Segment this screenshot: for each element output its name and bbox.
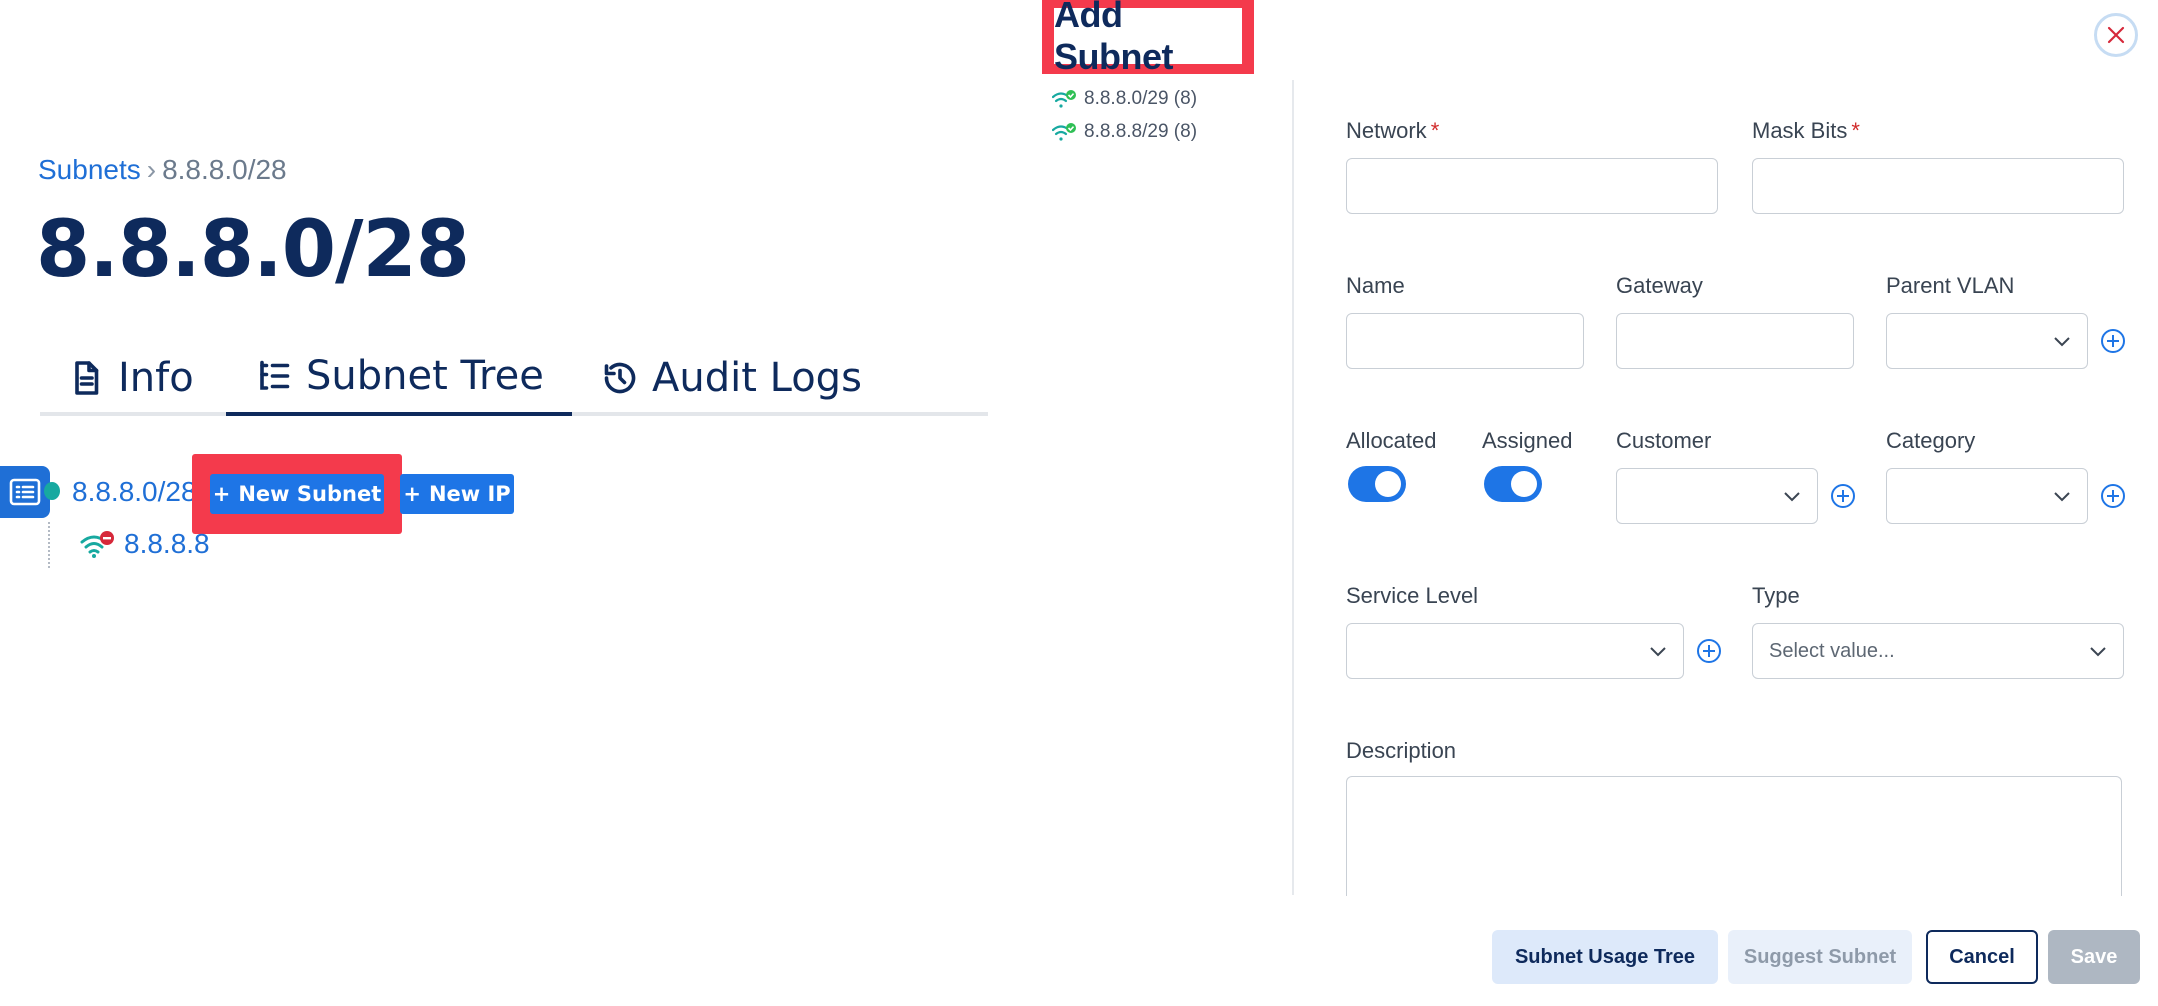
suggested-subnet-item[interactable]: 8.8.8.8/29 (8) xyxy=(1052,121,1197,143)
document-icon xyxy=(75,361,99,395)
tree-connector xyxy=(48,522,50,568)
breadcrumb-separator: › xyxy=(146,154,157,185)
history-icon xyxy=(604,362,636,394)
chevron-down-icon xyxy=(1650,647,1666,657)
sidebar-toggle-button[interactable] xyxy=(0,466,50,518)
type-label: Type xyxy=(1752,583,1800,608)
modal-divider xyxy=(1292,80,1294,895)
suggested-subnet-item[interactable]: 8.8.8.0/29 (8) xyxy=(1052,88,1197,110)
assigned-toggle[interactable] xyxy=(1484,466,1542,502)
tab-bar: Info Subnet Tree Audit Logs xyxy=(40,340,988,416)
tab-subnet-tree[interactable]: Subnet Tree xyxy=(226,340,572,416)
save-button[interactable]: Save xyxy=(2048,930,2140,984)
new-subnet-button[interactable]: + New Subnet xyxy=(210,474,384,514)
page-title: 8.8.8.0/28 xyxy=(36,205,470,295)
subnet-usage-tree-button[interactable]: Subnet Usage Tree xyxy=(1492,930,1718,984)
customer-label: Customer xyxy=(1616,428,1712,453)
service-level-select[interactable] xyxy=(1346,623,1684,679)
cancel-button[interactable]: Cancel xyxy=(1926,930,2038,984)
tab-subnet-tree-label: Subnet Tree xyxy=(306,353,544,399)
parent-vlan-label: Parent VLAN xyxy=(1886,273,2015,298)
customer-select[interactable] xyxy=(1616,468,1818,524)
tree-list-icon xyxy=(260,360,290,390)
breadcrumb-current: 8.8.8.0/28 xyxy=(162,154,287,185)
tree-node-status-icon xyxy=(44,482,60,500)
tab-info[interactable]: Info xyxy=(68,340,194,416)
tree-child-label: 8.8.8.8 xyxy=(124,528,210,559)
suggested-subnet-label: 8.8.8.8/29 (8) xyxy=(1084,121,1198,142)
wifi-error-icon xyxy=(80,531,114,558)
toggle-knob xyxy=(1375,471,1401,497)
add-category-icon[interactable] xyxy=(2100,483,2126,509)
new-ip-label: New IP xyxy=(428,482,511,506)
service-level-label: Service Level xyxy=(1346,583,1479,608)
close-icon xyxy=(2107,26,2125,44)
type-placeholder: Select value... xyxy=(1769,640,1895,662)
gateway-input[interactable] xyxy=(1616,313,1854,369)
suggested-subnet-label: 8.8.8.0/29 (8) xyxy=(1084,88,1198,109)
close-button[interactable] xyxy=(2094,13,2138,57)
wifi-check-icon xyxy=(1052,123,1076,141)
type-select[interactable]: Select value... xyxy=(1752,623,2124,679)
add-customer-icon[interactable] xyxy=(1830,483,1856,509)
suggest-subnet-button[interactable]: Suggest Subnet xyxy=(1728,930,1912,984)
wifi-check-icon xyxy=(1052,90,1076,108)
network-label-text: Network xyxy=(1346,118,1427,143)
assigned-label: Assigned xyxy=(1482,428,1573,453)
description-label: Description xyxy=(1346,738,1457,763)
add-service-level-icon[interactable] xyxy=(1696,638,1722,664)
description-textarea[interactable] xyxy=(1346,776,2122,896)
breadcrumb-subnets-link[interactable]: Subnets xyxy=(38,154,141,185)
list-icon xyxy=(9,478,41,506)
tab-audit-logs-label: Audit Logs xyxy=(652,355,862,401)
tree-child-node[interactable]: 8.8.8.8 xyxy=(80,528,210,560)
required-marker: * xyxy=(1430,118,1440,143)
allocated-toggle[interactable] xyxy=(1348,466,1406,502)
toggle-knob xyxy=(1511,471,1537,497)
modal-title: Add Subnet xyxy=(1054,0,1242,77)
category-select[interactable] xyxy=(1886,468,2088,524)
breadcrumb: Subnets › 8.8.8.0/28 xyxy=(38,154,287,186)
mask-bits-input[interactable] xyxy=(1752,158,2124,214)
name-label: Name xyxy=(1346,273,1405,298)
tab-info-label: Info xyxy=(118,355,194,401)
new-subnet-label: New Subnet xyxy=(238,482,382,506)
tree-root-node[interactable]: 8.8.8.0/28 xyxy=(72,476,197,508)
chevron-down-icon xyxy=(1784,492,1800,502)
network-input[interactable] xyxy=(1346,158,1718,214)
tab-audit-logs[interactable]: Audit Logs xyxy=(602,340,862,416)
mask-bits-label: Mask Bits * xyxy=(1752,118,1860,144)
new-ip-button[interactable]: + New IP xyxy=(400,474,514,514)
plus-icon: + xyxy=(403,482,421,506)
gateway-label: Gateway xyxy=(1616,273,1703,298)
network-label: Network * xyxy=(1346,118,1439,144)
category-label: Category xyxy=(1886,428,1976,453)
mask-bits-label-text: Mask Bits xyxy=(1752,118,1848,143)
allocated-label: Allocated xyxy=(1346,428,1437,453)
plus-icon: + xyxy=(212,482,231,506)
parent-vlan-select[interactable] xyxy=(1886,313,2088,369)
required-marker: * xyxy=(1851,118,1860,143)
app-root: Subnets › 8.8.8.0/28 8.8.8.0/28 Info Subne… xyxy=(0,0,2158,1006)
add-parent-vlan-icon[interactable] xyxy=(2100,328,2126,354)
chevron-down-icon xyxy=(2054,337,2070,347)
name-input[interactable] xyxy=(1346,313,1584,369)
chevron-down-icon xyxy=(2090,647,2106,657)
chevron-down-icon xyxy=(2054,492,2070,502)
